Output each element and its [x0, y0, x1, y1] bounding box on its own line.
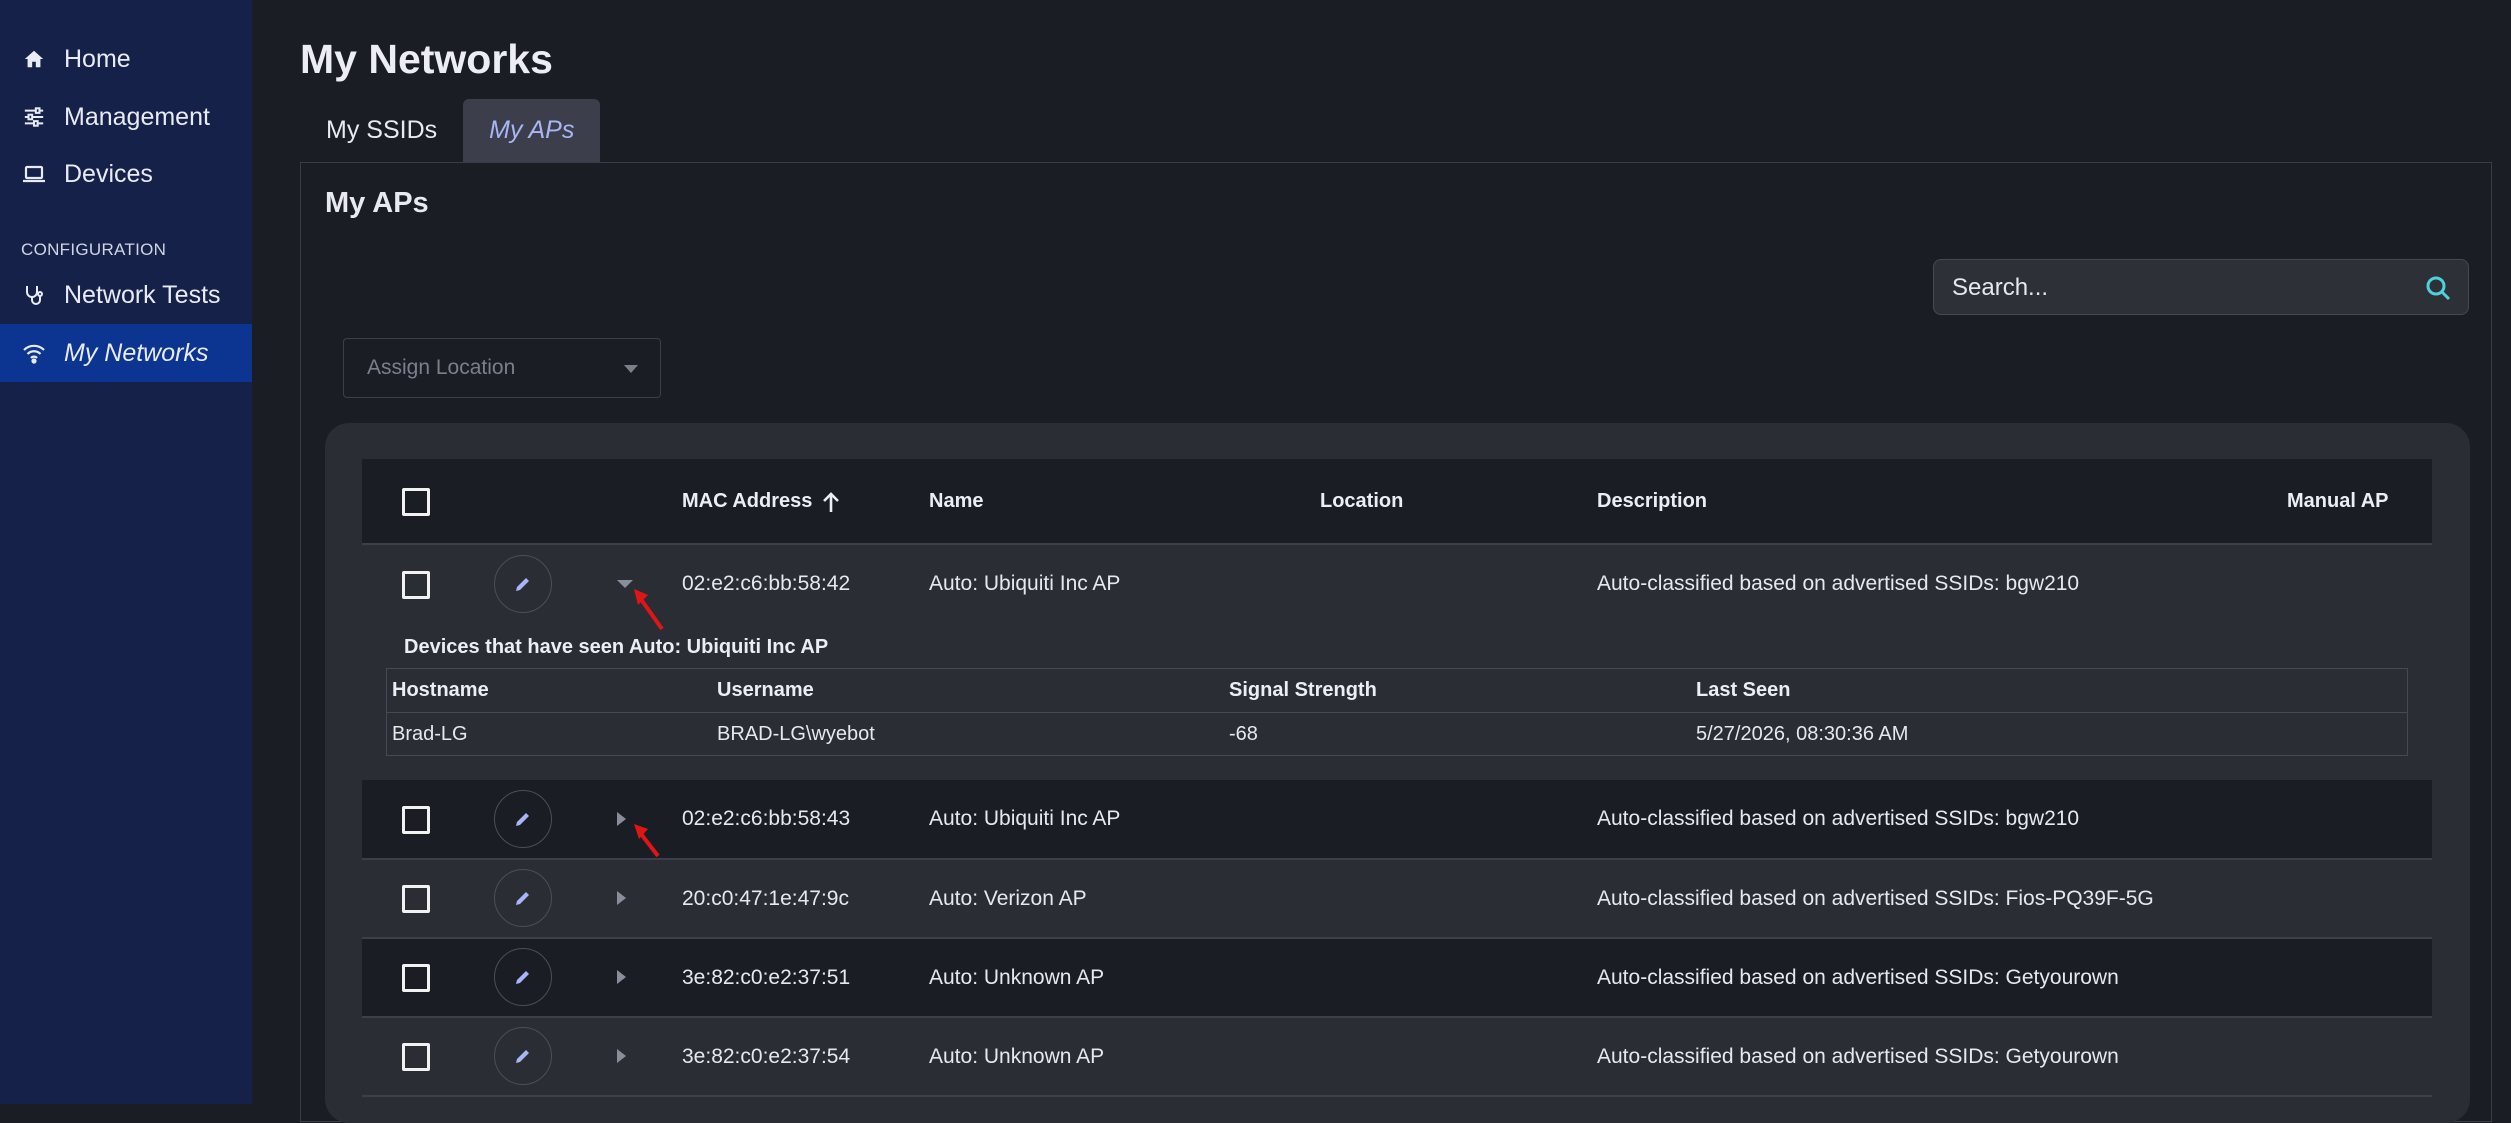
column-header-name[interactable]: Name — [929, 459, 983, 544]
description-cell: Auto-classified based on advertised SSID… — [1597, 807, 2080, 830]
sidebar-item-label: Devices — [64, 159, 153, 188]
sidebar-item-my-networks[interactable]: My Networks — [0, 324, 252, 382]
table-row[interactable]: 02:e2:c6:bb:58:42 Auto: Ubiquiti Inc AP … — [362, 545, 2432, 623]
select-all-checkbox[interactable] — [402, 488, 430, 516]
subtable-header-last-seen: Last Seen — [1696, 678, 1791, 701]
mac-cell: 3e:82:c0:e2:37:54 — [682, 1045, 851, 1068]
search-box — [1933, 259, 2469, 316]
expand-row-icon[interactable] — [617, 970, 626, 984]
sidebar: Home Management Devices CONFIGURATION Ne… — [0, 0, 252, 1104]
sidebar-item-home[interactable]: Home — [0, 30, 252, 88]
sidebar-item-label: Home — [64, 44, 131, 73]
name-cell: Auto: Unknown AP — [929, 1045, 1105, 1068]
edit-button[interactable] — [494, 790, 552, 848]
assign-location-label: Assign Location — [367, 356, 516, 379]
name-cell: Auto: Ubiquiti Inc AP — [929, 572, 1121, 595]
home-icon — [21, 46, 47, 72]
pencil-icon — [513, 888, 533, 908]
table-row[interactable]: 02:e2:c6:bb:58:43 Auto: Ubiquiti Inc AP … — [362, 780, 2432, 858]
edit-button[interactable] — [494, 555, 552, 613]
page-title: My Networks — [300, 36, 553, 82]
description-cell: Auto-classified based on advertised SSID… — [1597, 1045, 2119, 1068]
table-row[interactable]: 20:c0:47:1e:47:9c Auto: Verizon AP Auto-… — [362, 860, 2432, 938]
mac-cell: 02:e2:c6:bb:58:42 — [682, 572, 851, 595]
subtable-divider — [386, 712, 2408, 713]
description-cell: Auto-classified based on advertised SSID… — [1597, 572, 2080, 595]
subtable-header-username: Username — [717, 678, 814, 701]
sidebar-item-management[interactable]: Management — [0, 88, 252, 146]
subtable-hostname-cell: Brad-LG — [392, 723, 468, 745]
subtable-last-seen-cell: 5/27/2026, 08:30:36 AM — [1696, 723, 1909, 745]
row-checkbox[interactable] — [402, 806, 430, 834]
sidebar-item-devices[interactable]: Devices — [0, 145, 252, 203]
annotation-arrow-icon — [634, 824, 660, 858]
pencil-icon — [513, 574, 533, 594]
edit-button[interactable] — [494, 948, 552, 1006]
row-checkbox[interactable] — [402, 1043, 430, 1071]
expand-row-icon[interactable] — [617, 812, 626, 826]
edit-button[interactable] — [494, 869, 552, 927]
tab-my-ssids[interactable]: My SSIDs — [300, 99, 463, 162]
sidebar-item-label: Network Tests — [64, 280, 221, 309]
table-header-row: MAC Address Name Location Description Ma… — [362, 459, 2432, 544]
edit-button[interactable] — [494, 1027, 552, 1085]
sidebar-item-network-tests[interactable]: Network Tests — [0, 266, 252, 324]
mac-cell: 20:c0:47:1e:47:9c — [682, 887, 849, 910]
tab-bar: My SSIDs My APs — [300, 99, 601, 162]
description-cell: Auto-classified based on advertised SSID… — [1597, 887, 2154, 910]
assign-location-select[interactable]: Assign Location — [343, 338, 661, 398]
tab-my-aps[interactable]: My APs — [463, 99, 601, 162]
panel-title: My APs — [325, 187, 429, 219]
sidebar-item-label: My Networks — [64, 338, 209, 367]
column-header-location[interactable]: Location — [1320, 459, 1403, 544]
table-row[interactable]: 3e:82:c0:e2:37:51 Auto: Unknown AP Auto-… — [362, 939, 2432, 1017]
laptop-icon — [21, 161, 47, 187]
column-header-mac[interactable]: MAC Address — [682, 459, 840, 544]
table-row[interactable]: 3e:82:c0:e2:37:54 Auto: Unknown AP Auto-… — [362, 1018, 2432, 1096]
pencil-icon — [513, 967, 533, 987]
row-divider — [362, 1095, 2432, 1097]
row-checkbox[interactable] — [402, 885, 430, 913]
description-cell: Auto-classified based on advertised SSID… — [1597, 966, 2119, 989]
name-cell: Auto: Unknown AP — [929, 966, 1105, 989]
mac-cell: 3e:82:c0:e2:37:51 — [682, 966, 851, 989]
name-cell: Auto: Ubiquiti Inc AP — [929, 807, 1121, 830]
stethoscope-icon — [21, 282, 47, 308]
row-checkbox[interactable] — [402, 571, 430, 599]
row-checkbox[interactable] — [402, 964, 430, 992]
sliders-icon — [21, 104, 47, 130]
mac-cell: 02:e2:c6:bb:58:43 — [682, 807, 851, 830]
expand-row-icon[interactable] — [617, 891, 626, 905]
wifi-icon — [21, 340, 47, 366]
column-header-manual-ap[interactable]: Manual AP — [2287, 459, 2389, 544]
annotation-arrow-icon — [634, 589, 664, 631]
column-header-description[interactable]: Description — [1597, 459, 1707, 544]
detail-title: Devices that have seen Auto: Ubiquiti In… — [404, 636, 829, 658]
sidebar-item-label: Management — [64, 102, 210, 131]
subtable-username-cell: BRAD-LG\wyebot — [717, 723, 875, 745]
name-cell: Auto: Verizon AP — [929, 887, 1087, 910]
column-header-label: MAC Address — [682, 490, 813, 512]
subtable-signal-cell: -68 — [1229, 723, 1258, 745]
chevron-down-icon — [624, 365, 638, 373]
subtable-header-hostname: Hostname — [392, 678, 489, 701]
sort-ascending-icon — [822, 491, 840, 513]
search-input[interactable] — [1950, 260, 2394, 316]
subtable-header-signal: Signal Strength — [1229, 678, 1377, 701]
expand-row-icon[interactable] — [617, 1049, 626, 1063]
pencil-icon — [513, 1046, 533, 1066]
sidebar-section-configuration: CONFIGURATION — [21, 240, 167, 259]
search-icon[interactable] — [2424, 274, 2452, 302]
pencil-icon — [513, 809, 533, 829]
